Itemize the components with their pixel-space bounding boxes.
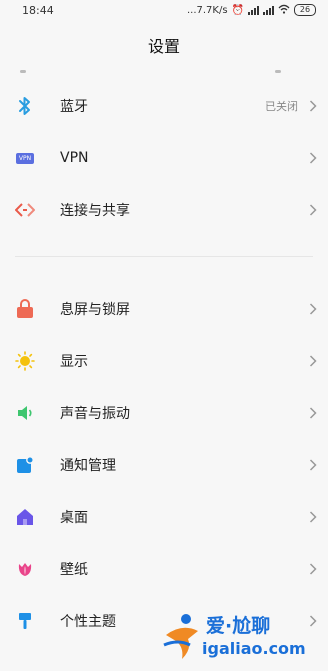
- home-icon: [15, 507, 35, 527]
- chevron-right-icon: [308, 511, 318, 523]
- chevron-right-icon: [308, 204, 318, 216]
- brush-icon: [15, 611, 35, 631]
- battery-icon: 26: [294, 4, 316, 16]
- lock-icon: [15, 299, 35, 319]
- status-time: 18:44: [22, 3, 54, 17]
- setting-item-lock-screen[interactable]: 息屏与锁屏: [0, 283, 328, 335]
- watermark-text: 爱·尬聊: [206, 615, 271, 637]
- chevron-right-icon: [308, 563, 318, 575]
- tulip-icon: [15, 559, 35, 579]
- settings-group-personalization: 息屏与锁屏 显示 声音与振动 通知管理 桌面 壁纸 个性主题: [0, 283, 328, 647]
- setting-label: 蓝牙: [60, 99, 88, 115]
- group-divider: [15, 256, 313, 257]
- chevron-right-icon: [308, 459, 318, 471]
- setting-label: 连接与共享: [60, 203, 130, 219]
- alarm-icon: ⏰: [231, 4, 244, 16]
- signal-icon: [248, 5, 259, 15]
- setting-item-bluetooth[interactable]: 蓝牙 已关闭: [0, 80, 328, 132]
- bluetooth-icon: [15, 96, 35, 116]
- chevron-right-icon: [308, 100, 318, 112]
- sun-icon: [15, 351, 35, 371]
- wifi-icon: [278, 4, 290, 17]
- settings-group-connectivity: 蓝牙 已关闭 VPN VPN 连接与共享: [0, 80, 328, 236]
- setting-item-notifications[interactable]: 通知管理: [0, 439, 328, 491]
- vpn-icon: VPN: [15, 148, 35, 168]
- setting-label: 桌面: [60, 510, 88, 526]
- share-icon: [15, 200, 35, 220]
- chevron-right-icon: [308, 355, 318, 367]
- notification-icon: [15, 455, 35, 475]
- status-bar: 18:44 ...7.7K/s ⏰ 26: [0, 0, 328, 20]
- status-icons: ...7.7K/s ⏰ 26: [187, 4, 316, 17]
- vpn-badge: VPN: [16, 152, 34, 164]
- setting-item-wallpaper[interactable]: 壁纸: [0, 543, 328, 595]
- setting-item-connection-sharing[interactable]: 连接与共享: [0, 184, 328, 236]
- chevron-right-icon: [308, 407, 318, 419]
- page-title: 设置: [147, 37, 180, 56]
- setting-label: 显示: [60, 354, 88, 370]
- setting-label: 息屏与锁屏: [60, 302, 130, 318]
- chevron-right-icon: [308, 152, 318, 164]
- chevron-right-icon: [308, 303, 318, 315]
- setting-item-home-screen[interactable]: 桌面: [0, 491, 328, 543]
- setting-item-sound-vibration[interactable]: 声音与振动: [0, 387, 328, 439]
- setting-label: VPN: [60, 150, 89, 166]
- setting-label: 声音与振动: [60, 406, 130, 422]
- watermark-url: igaliao.com: [202, 639, 306, 658]
- setting-value: 已关闭: [265, 100, 298, 113]
- net-speed: ...7.7K/s: [186, 4, 228, 16]
- watermark-figure-icon: [163, 614, 198, 659]
- speaker-icon: [15, 403, 35, 423]
- scrolled-content-edge: [0, 70, 328, 80]
- watermark-logo: 爱·尬聊 igaliao.com: [162, 607, 322, 665]
- setting-label: 壁纸: [60, 562, 88, 578]
- setting-item-vpn[interactable]: VPN VPN: [0, 132, 328, 184]
- setting-label: 通知管理: [60, 458, 116, 474]
- signal-2-icon: [263, 5, 274, 15]
- setting-item-display[interactable]: 显示: [0, 335, 328, 387]
